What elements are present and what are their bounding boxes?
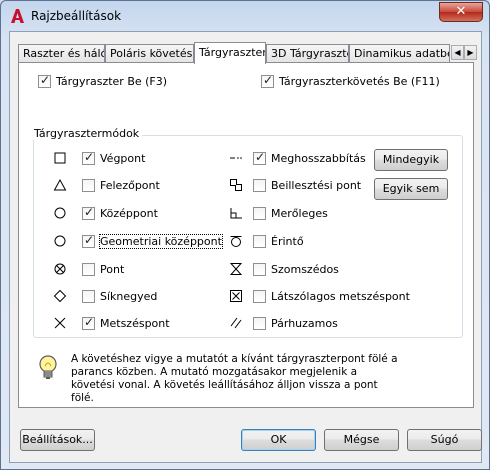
- select-all-button[interactable]: Mindegyik: [374, 149, 448, 171]
- intersection-label[interactable]: Metszéspont: [100, 317, 170, 330]
- diamond-icon: [53, 289, 67, 303]
- tracking-info-text: A követéshez vigye a mutatót a kívánt tá…: [71, 353, 398, 404]
- lightbulb-icon: [39, 355, 57, 379]
- center-label[interactable]: Középpont: [100, 207, 158, 220]
- tab-3d-object-snap[interactable]: 3D Tárgyraszter: [266, 44, 349, 63]
- options-button[interactable]: Beállítások...: [20, 429, 95, 451]
- apparent-intersection-checkbox[interactable]: [253, 290, 266, 303]
- endpoint-label[interactable]: Végpont: [100, 152, 145, 165]
- midpoint-label[interactable]: Felezőpont: [100, 179, 160, 192]
- tangent-icon: [230, 236, 242, 247]
- extension-checkbox[interactable]: [253, 150, 266, 165]
- node-label[interactable]: Pont: [100, 263, 124, 276]
- object-snap-page: Tárgyraszter Be (F3) Tárgyraszterkövetés…: [18, 62, 474, 408]
- nearest-label[interactable]: Szomszédos: [271, 263, 339, 276]
- tab-snap-grid[interactable]: Raszter és háló: [18, 44, 105, 63]
- circle-icon: [54, 207, 66, 219]
- tab-object-snap[interactable]: Tárgyraszter: [194, 42, 266, 64]
- hourglass-icon: [229, 263, 243, 275]
- triangle-icon: [53, 178, 67, 191]
- parallel-icon: [230, 317, 242, 329]
- intersection-checkbox[interactable]: [82, 315, 95, 330]
- dialog-client: Raszter és háló Poláris követés Tárgyras…: [9, 31, 482, 463]
- insert-squares-icon: [230, 179, 242, 191]
- window-title: Rajzbeállítások: [31, 9, 122, 23]
- midpoint-checkbox[interactable]: [82, 179, 95, 192]
- dash-dots-icon: [230, 157, 242, 159]
- osnap-on-label[interactable]: Tárgyraszter Be (F3): [56, 75, 167, 88]
- tab-dynamic-input[interactable]: Dinamikus adatbevit: [349, 44, 450, 63]
- autocad-logo-icon: [11, 9, 24, 23]
- center-checkbox[interactable]: [82, 205, 95, 220]
- nearest-checkbox[interactable]: [253, 263, 266, 276]
- help-button[interactable]: Súgó: [407, 429, 482, 451]
- endpoint-checkbox[interactable]: [82, 150, 95, 165]
- tangent-label[interactable]: Érintő: [271, 235, 304, 248]
- ok-button[interactable]: OK: [241, 429, 316, 451]
- perpendicular-icon: [230, 208, 242, 219]
- tab-polar-tracking[interactable]: Poláris követés: [105, 44, 194, 63]
- tracking-on-checkbox[interactable]: [261, 73, 274, 88]
- quadrant-checkbox[interactable]: [82, 290, 95, 303]
- cancel-button[interactable]: Mégse: [324, 429, 399, 451]
- insertion-label[interactable]: Beillesztési pont: [271, 179, 361, 192]
- x-icon: [54, 317, 66, 329]
- close-button[interactable]: ✕: [439, 2, 483, 22]
- clear-all-button[interactable]: Egyik sem: [374, 178, 448, 200]
- tracking-on-label[interactable]: Tárgyraszterkövetés Be (F11): [279, 75, 440, 88]
- snap-modes-title: Tárgyrasztermódok: [31, 127, 143, 140]
- insertion-checkbox[interactable]: [253, 179, 266, 192]
- perpendicular-label[interactable]: Merőleges: [271, 207, 328, 220]
- square-icon: [54, 152, 66, 164]
- tab-scroll-right-icon[interactable]: ▶: [464, 45, 477, 60]
- circle-icon: [54, 235, 66, 247]
- title-bar[interactable]: Rajzbeállítások ✕: [1, 1, 489, 31]
- parallel-checkbox[interactable]: [253, 317, 266, 330]
- parallel-label[interactable]: Párhuzamos: [271, 317, 338, 330]
- tab-strip: Raszter és háló Poláris követés Tárgyras…: [18, 42, 477, 64]
- geometric-center-checkbox[interactable]: [82, 233, 95, 248]
- node-checkbox[interactable]: [82, 263, 95, 276]
- tangent-checkbox[interactable]: [253, 235, 266, 248]
- circle-x-icon: [54, 263, 66, 275]
- extension-label[interactable]: Meghosszabbítás: [271, 152, 366, 165]
- perpendicular-checkbox[interactable]: [253, 207, 266, 220]
- tab-scroll-left-icon[interactable]: ◀: [451, 45, 464, 60]
- apparent-intersection-label[interactable]: Látszólagos metszéspont: [271, 290, 410, 303]
- osnap-on-checkbox[interactable]: [38, 73, 51, 88]
- quadrant-label[interactable]: Síknegyed: [100, 290, 157, 303]
- square-x-icon: [230, 290, 242, 302]
- dialog-window: Rajzbeállítások ✕ Raszter és háló Polári…: [0, 0, 490, 470]
- geometric-center-label[interactable]: Geometriai középpont: [99, 234, 223, 249]
